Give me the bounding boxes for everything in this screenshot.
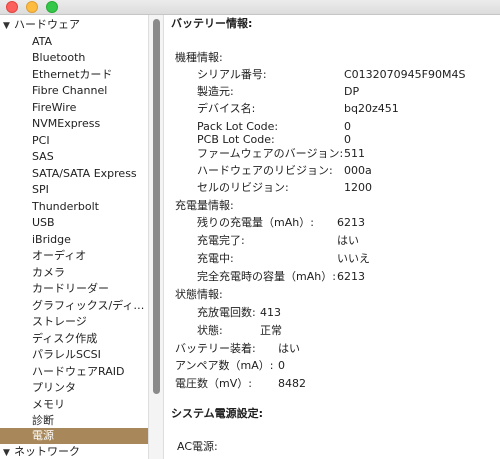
amperage-value: 0 <box>278 359 285 372</box>
condition-value: 正常 <box>260 324 282 337</box>
firmware-value: 511 <box>344 147 365 160</box>
hardware-revision-value: 000a <box>344 164 372 177</box>
cell-revision-label: セルのリビジョン: <box>197 181 289 194</box>
full-capacity-value: 6213 <box>337 270 365 283</box>
charging-label: 充電中: <box>197 252 234 265</box>
sidebar-group-network[interactable]: ▼ ネットワーク <box>0 444 148 459</box>
sidebar-item-memory[interactable]: メモリ <box>0 396 148 413</box>
sidebar-item-ethernet[interactable]: Ethernetカード <box>0 66 148 83</box>
sidebar-group-hardware[interactable]: ▼ ハードウェア <box>0 16 148 33</box>
sidebar-item-thunderbolt[interactable]: Thunderbolt <box>0 198 148 215</box>
window-titlebar <box>0 0 500 15</box>
sidebar-scroll-thumb[interactable] <box>153 19 160 394</box>
sidebar-item-parallel-scsi[interactable]: パラレルSCSI <box>0 346 148 363</box>
zoom-window-button[interactable] <box>46 1 58 13</box>
sidebar-scrollbar[interactable] <box>148 15 164 459</box>
sidebar: ▼ ハードウェア ATA Bluetooth Ethernetカード Fibre … <box>0 15 148 459</box>
sidebar-item-disc-burning[interactable]: ディスク作成 <box>0 330 148 347</box>
remaining-charge-label: 残りの充電量（mAh）: <box>197 216 314 229</box>
charge-info-heading: 充電量情報: <box>175 199 234 212</box>
fully-charged-label: 充電完了: <box>197 234 245 247</box>
sidebar-group-label: ハードウェア <box>14 18 80 31</box>
sidebar-item-bluetooth[interactable]: Bluetooth <box>0 49 148 66</box>
device-name-label: デバイス名: <box>197 102 256 115</box>
disclosure-expanded-icon[interactable]: ▼ <box>3 446 14 459</box>
pack-lot-label: Pack Lot Code: <box>197 120 279 133</box>
sidebar-item-pci[interactable]: PCI <box>0 132 148 149</box>
pack-lot-value: 0 <box>344 120 351 133</box>
sidebar-item-nvmexpress[interactable]: NVMExpress <box>0 115 148 132</box>
firmware-label: ファームウェアのバージョン: <box>197 147 344 160</box>
status-info-heading: 状態情報: <box>175 288 223 301</box>
cell-revision-value: 1200 <box>344 181 372 194</box>
manufacturer-value: DP <box>344 85 360 98</box>
manufacturer-label: 製造元: <box>197 85 234 98</box>
voltage-label: 電圧数（mV）: <box>175 377 252 390</box>
battery-installed-label: バッテリー装着: <box>175 342 256 355</box>
device-name-value: bq20z451 <box>344 102 399 115</box>
sidebar-item-card-reader[interactable]: カードリーダー <box>0 280 148 297</box>
voltage-value: 8482 <box>278 377 306 390</box>
sidebar-item-printers[interactable]: プリンタ <box>0 379 148 396</box>
sidebar-item-power[interactable]: 電源 <box>0 428 148 444</box>
sidebar-item-diagnostics[interactable]: 診断 <box>0 412 148 429</box>
machine-info-heading: 機種情報: <box>175 51 223 64</box>
sidebar-item-firewire[interactable]: FireWire <box>0 99 148 116</box>
battery-installed-value: はい <box>278 342 300 355</box>
remaining-charge-value: 6213 <box>337 216 365 229</box>
sidebar-item-graphics-displays[interactable]: グラフィックス/ディ… <box>0 297 148 314</box>
cycle-count-value: 413 <box>260 306 281 319</box>
sidebar-group-label: ネットワーク <box>14 445 80 458</box>
detail-pane: バッテリー情報: 機種情報: シリアル番号: C0132070945F90M4S… <box>165 15 500 459</box>
pcb-lot-label: PCB Lot Code: <box>197 133 275 146</box>
sidebar-item-sata[interactable]: SATA/SATA Express <box>0 165 148 182</box>
sidebar-item-ibridge[interactable]: iBridge <box>0 231 148 248</box>
charging-value: いいえ <box>337 252 370 265</box>
pcb-lot-value: 0 <box>344 133 351 146</box>
serial-value: C0132070945F90M4S <box>344 68 466 81</box>
battery-info-title: バッテリー情報: <box>171 17 253 30</box>
close-window-button[interactable] <box>6 1 18 13</box>
sidebar-item-sas[interactable]: SAS <box>0 148 148 165</box>
cycle-count-label: 充放電回数: <box>197 306 256 319</box>
serial-label: シリアル番号: <box>197 68 267 81</box>
amperage-label: アンペア数（mA）: <box>175 359 274 372</box>
condition-label: 状態: <box>197 324 223 337</box>
sidebar-item-usb[interactable]: USB <box>0 214 148 231</box>
fully-charged-value: はい <box>337 234 359 247</box>
full-capacity-label: 完全充電時の容量（mAh）: <box>197 270 336 283</box>
sidebar-item-ata[interactable]: ATA <box>0 33 148 50</box>
minimize-window-button[interactable] <box>26 1 38 13</box>
hardware-revision-label: ハードウェアのリビジョン: <box>197 164 333 177</box>
sidebar-item-spi[interactable]: SPI <box>0 181 148 198</box>
sidebar-item-camera[interactable]: カメラ <box>0 264 148 281</box>
sidebar-item-hardware-raid[interactable]: ハードウェアRAID <box>0 363 148 380</box>
system-power-title: システム電源設定: <box>171 407 264 420</box>
sidebar-item-fibre-channel[interactable]: Fibre Channel <box>0 82 148 99</box>
ac-power-heading: AC電源: <box>177 440 218 453</box>
sidebar-item-audio[interactable]: オーディオ <box>0 247 148 264</box>
sidebar-item-storage[interactable]: ストレージ <box>0 313 148 330</box>
